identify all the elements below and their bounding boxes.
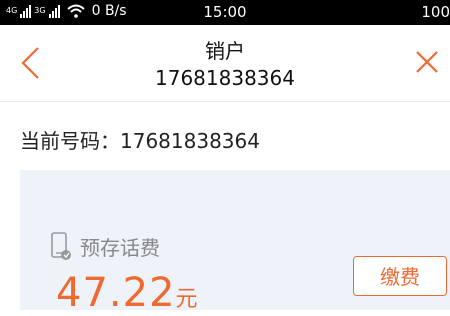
current-number: 当前号码：17681838364 bbox=[20, 129, 260, 153]
prepaid-label: 预存话费 bbox=[80, 236, 160, 260]
nav-bar: 销户 17681838364 bbox=[0, 25, 450, 102]
balance-card: 预存话费 47.22元 缴费 bbox=[20, 170, 450, 316]
close-icon[interactable] bbox=[414, 49, 440, 75]
battery-level: 100 bbox=[421, 3, 450, 21]
balance-amount: 47.22元 bbox=[56, 270, 199, 316]
page-subtitle: 17681838364 bbox=[155, 66, 295, 90]
phone-icon bbox=[51, 232, 71, 260]
pay-button[interactable]: 缴费 bbox=[353, 256, 447, 296]
page-title: 销户 bbox=[205, 39, 245, 63]
balance-value: 47.22 bbox=[56, 270, 176, 316]
status-time: 15:00 bbox=[203, 3, 247, 21]
status-bar: 4G 3G 0 B/s 15:00 100 bbox=[0, 0, 450, 25]
